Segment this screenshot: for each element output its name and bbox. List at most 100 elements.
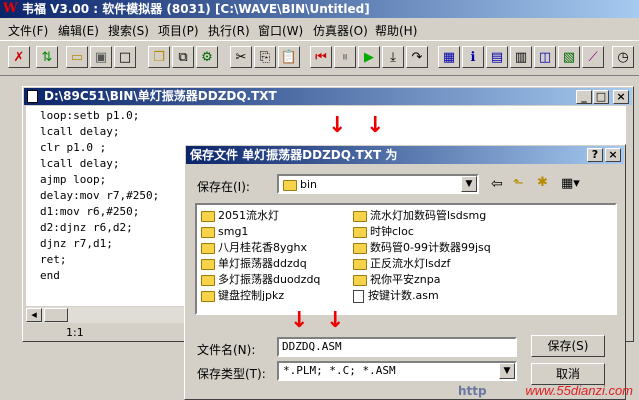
save-in-label: 保存在(I):: [197, 180, 250, 194]
menu-edit[interactable]: 编辑(E): [58, 22, 99, 39]
list-item[interactable]: 单灯振荡器ddzdq: [201, 256, 307, 271]
toolbar: ✗ ⇅ ▭ ▣ □ ❐ ⧉ ⚙ ✂ ⎘ 📋 ⏮ ⏸ ▶ ⤓ ↷ ▦ ℹ ▤ ▥ …: [0, 40, 639, 76]
scroll-thumb[interactable]: [44, 308, 68, 322]
folder-icon: [353, 210, 367, 222]
folder-icon: [201, 210, 215, 222]
save-icon[interactable]: ▣: [90, 46, 112, 68]
list-item[interactable]: 多灯振荡器duodzdq: [201, 272, 320, 287]
list-item[interactable]: 键盘控制jpkz: [201, 288, 284, 303]
folder-icon: [201, 226, 215, 238]
code-line: lcall delay;: [40, 157, 120, 170]
view-menu-icon[interactable]: ▦▾: [561, 176, 580, 191]
dialog-title-bar: 保存文件 单灯振荡器DDZDQ.TXT 为 ? ×: [186, 146, 624, 164]
save-button[interactable]: 保存(S): [531, 335, 605, 357]
list-item[interactable]: 2051流水灯: [201, 208, 279, 223]
cancel-button[interactable]: 取消: [531, 363, 605, 385]
folder-icon: [353, 274, 367, 286]
menu-run[interactable]: 执行(R): [208, 22, 250, 39]
chevron-down-icon[interactable]: ▼: [499, 363, 515, 379]
filename-input[interactable]: DDZDQ.ASM: [277, 337, 517, 357]
paste-icon[interactable]: 📋: [278, 46, 300, 68]
minimize-icon[interactable]: _: [576, 90, 592, 104]
folder-icon: [353, 242, 367, 254]
code-line: end: [40, 269, 60, 282]
list-item[interactable]: 正反流水灯lsdzf: [353, 256, 450, 271]
save-in-dropdown[interactable]: bin ▼: [277, 174, 479, 194]
code-line: lcall delay;: [40, 125, 120, 138]
app-title-bar: W 韦福 V3.00 : 软件模拟器 (8031) [C:\WAVE\BIN\U…: [0, 0, 639, 18]
folder-icon: [353, 258, 367, 270]
close-icon[interactable]: ×: [613, 90, 629, 104]
cut-icon[interactable]: ✂: [230, 46, 252, 68]
list-item[interactable]: 时钟cloc: [353, 224, 414, 239]
menu-file[interactable]: 文件(F): [8, 22, 48, 39]
folder-icon: [201, 290, 215, 302]
list-item[interactable]: 按键计数.asm: [353, 288, 439, 303]
list-item[interactable]: smg1: [201, 224, 248, 239]
view-memory-icon[interactable]: ▤: [486, 46, 508, 68]
list-item[interactable]: 祝你平安znpa: [353, 272, 440, 287]
step-over-icon[interactable]: ↷: [406, 46, 428, 68]
view-image-icon[interactable]: ▧: [558, 46, 580, 68]
annotation-arrow-icon: ↓: [366, 113, 385, 138]
help-icon[interactable]: ?: [587, 148, 603, 162]
refresh-icon[interactable]: ⇅: [36, 46, 58, 68]
view-disasm-icon[interactable]: ▥: [510, 46, 532, 68]
view-watch-icon[interactable]: ◫: [534, 46, 556, 68]
project-open-icon[interactable]: ❐: [148, 46, 170, 68]
dialog-title: 保存文件 单灯振荡器DDZDQ.TXT 为: [190, 148, 398, 162]
view-graph-icon[interactable]: ⟋: [582, 46, 604, 68]
menu-emulator[interactable]: 仿真器(O): [313, 22, 368, 39]
code-line: loop:setb p1.0;: [40, 109, 140, 122]
back-icon[interactable]: ⇦: [491, 176, 503, 192]
cursor-position: 1:1: [66, 326, 84, 339]
pause-icon[interactable]: ⏸: [334, 46, 356, 68]
folder-icon: [201, 258, 215, 270]
folder-icon: [353, 226, 367, 238]
chevron-down-icon[interactable]: ▼: [461, 176, 477, 192]
run-icon[interactable]: ▶: [358, 46, 380, 68]
folder-icon: [283, 179, 297, 191]
open-folder-icon[interactable]: ▭: [66, 46, 88, 68]
menu-bar: 文件(F) 编辑(E) 搜索(S) 项目(P) 执行(R) 窗口(W) 仿真器(…: [0, 19, 639, 39]
compile-icon[interactable]: ✗: [8, 46, 30, 68]
clock-icon[interactable]: ◷: [612, 46, 634, 68]
code-line: d2:djnz r6,d2;: [40, 221, 133, 234]
code-line: ret;: [40, 253, 67, 266]
folder-icon: [201, 242, 215, 254]
code-line: delay:mov r7,#250;: [40, 189, 160, 202]
annotation-arrow-icon: ↓: [328, 113, 347, 138]
menu-help[interactable]: 帮助(H): [375, 22, 417, 39]
new-file-icon[interactable]: □: [114, 46, 136, 68]
filename-label: 文件名(N):: [197, 343, 256, 357]
editor-title-bar: D:\89C51\BIN\单灯振荡器DDZDQ.TXT _ □ ×: [24, 88, 632, 105]
watermark: www.55dianzi.com: [525, 383, 633, 398]
scroll-left-icon[interactable]: ◂: [26, 308, 42, 322]
menu-window[interactable]: 窗口(W): [258, 22, 303, 39]
menu-search[interactable]: 搜索(S): [108, 22, 149, 39]
list-item[interactable]: 流水灯加数码管lsdsmg: [353, 208, 486, 223]
list-item[interactable]: 八月桂花香8yghx: [201, 240, 307, 255]
watermark-prefix: http: [458, 384, 487, 398]
filetype-dropdown[interactable]: *.PLM; *.C; *.ASM ▼: [277, 361, 517, 381]
folder-icon: [201, 274, 215, 286]
file-list[interactable]: 2051流水灯 smg1 八月桂花香8yghx 单灯振荡器ddzdq 多灯振荡器…: [195, 203, 617, 315]
save-file-dialog: 保存文件 单灯振荡器DDZDQ.TXT 为 ? × 保存在(I): bin ▼ …: [184, 144, 626, 400]
code-line: clr p1.0 ;: [40, 141, 107, 154]
project-build-icon[interactable]: ⚙: [196, 46, 218, 68]
step-into-icon[interactable]: ⤓: [382, 46, 404, 68]
new-folder-icon[interactable]: ✱: [537, 175, 548, 190]
view-info-icon[interactable]: ℹ: [462, 46, 484, 68]
code-line: djnz r7,d1;: [40, 237, 113, 250]
filetype-value: *.PLM; *.C; *.ASM: [283, 364, 396, 377]
menu-project[interactable]: 项目(P): [158, 22, 199, 39]
project-copy-icon[interactable]: ⧉: [172, 46, 194, 68]
maximize-icon[interactable]: □: [593, 90, 609, 104]
list-item[interactable]: 数码管0-99计数器99jsq: [353, 240, 491, 255]
copy-icon[interactable]: ⎘: [254, 46, 276, 68]
up-folder-icon[interactable]: ⬑: [513, 176, 524, 191]
reset-icon[interactable]: ⏮: [310, 46, 332, 68]
annotation-arrow-icon: ↓: [326, 308, 345, 333]
dialog-close-icon[interactable]: ×: [605, 148, 621, 162]
view-register-icon[interactable]: ▦: [438, 46, 460, 68]
